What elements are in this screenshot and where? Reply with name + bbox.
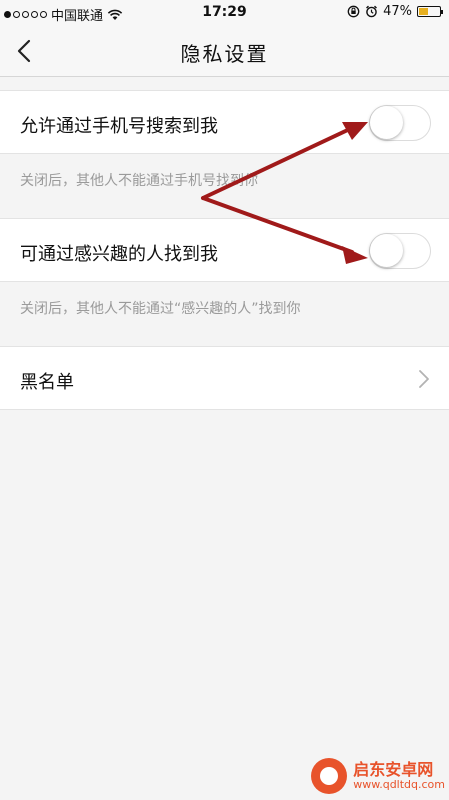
battery-percent: 47% — [383, 4, 412, 19]
interest-search-label: 可通过感兴趣的人找到我 — [20, 244, 218, 265]
watermark-logo-icon — [311, 758, 348, 794]
rotation-lock-icon — [347, 5, 360, 18]
phone-search-toggle[interactable] — [369, 105, 431, 141]
chevron-right-icon — [419, 370, 429, 388]
blacklist-row[interactable]: 黑名单 — [0, 346, 449, 410]
interest-search-row: 可通过感兴趣的人找到我 — [0, 218, 449, 282]
interest-search-toggle[interactable] — [369, 233, 431, 269]
watermark: 启东安卓网 www.qdltdq.com — [311, 758, 445, 794]
watermark-name: 启东安卓网 — [353, 760, 434, 780]
phone-search-row: 允许通过手机号搜索到我 — [0, 90, 449, 154]
interest-search-hint: 关闭后，其他人不能通过“感兴趣的人”找到你 — [20, 301, 301, 317]
status-bar: 中国联通 17:29 47% — [0, 0, 449, 26]
battery-icon — [417, 6, 443, 17]
battery-level-fill — [419, 8, 428, 15]
phone-search-hint: 关闭后，其他人不能通过手机号找到你 — [20, 173, 258, 189]
interest-search-toggle-knob — [370, 234, 403, 267]
alarm-icon — [366, 5, 378, 18]
phone-search-toggle-knob — [370, 106, 403, 139]
page-title: 隐私设置 — [180, 42, 269, 66]
watermark-url: www.qdltdq.com — [353, 777, 445, 791]
blacklist-label: 黑名单 — [20, 372, 74, 393]
navigation-bar: 隐私设置 — [0, 26, 449, 77]
status-right-group: 47% — [347, 4, 443, 19]
phone-search-label: 允许通过手机号搜索到我 — [20, 116, 218, 137]
